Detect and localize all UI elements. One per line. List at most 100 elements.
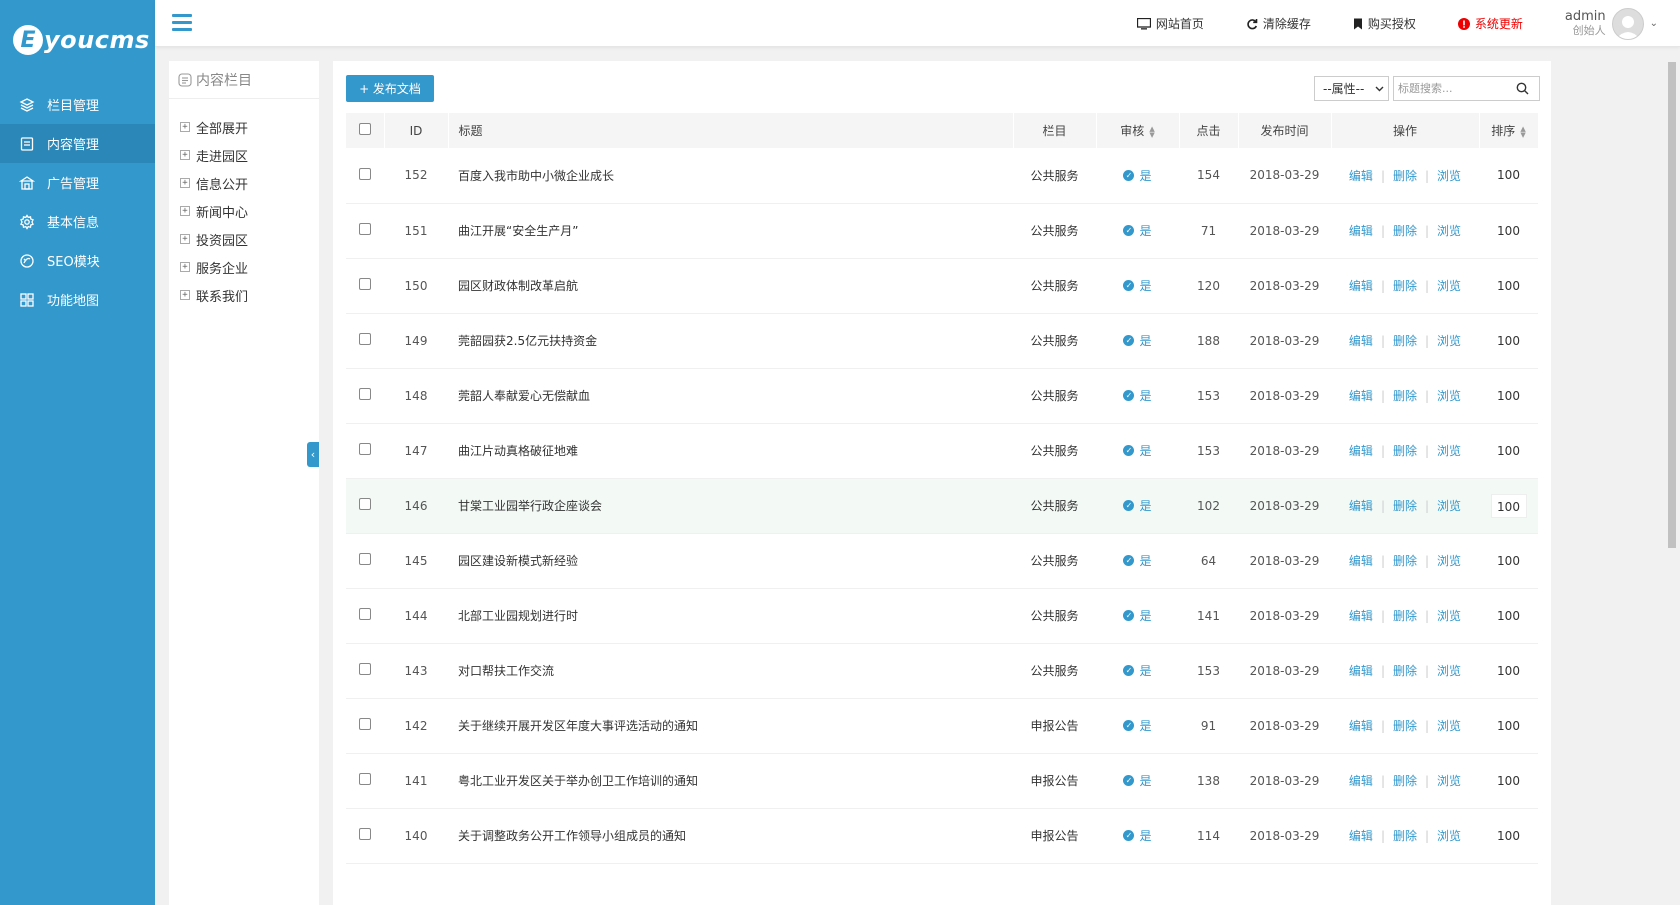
edit-link[interactable]: 编辑 <box>1349 169 1373 183</box>
row-checkbox[interactable] <box>359 718 371 730</box>
view-link[interactable]: 浏览 <box>1437 334 1461 348</box>
tree-item[interactable]: + 投资园区 <box>180 225 319 253</box>
site-home-link[interactable]: 网站首页 <box>1136 15 1204 32</box>
delete-link[interactable]: 删除 <box>1393 224 1417 238</box>
view-link[interactable]: 浏览 <box>1437 719 1461 733</box>
audit-status[interactable]: ✓ 是 <box>1123 222 1152 239</box>
buy-license-link[interactable]: 购买授权 <box>1353 15 1416 32</box>
row-checkbox[interactable] <box>359 278 371 290</box>
edit-link[interactable]: 编辑 <box>1349 829 1373 843</box>
sort-order-value[interactable]: 100 <box>1491 604 1527 628</box>
audit-status[interactable]: ✓ 是 <box>1123 442 1152 459</box>
sort-icon[interactable]: ▲ ▼ <box>1520 125 1525 138</box>
sort-order-value[interactable]: 100 <box>1491 329 1527 353</box>
edit-link[interactable]: 编辑 <box>1349 279 1373 293</box>
edit-link[interactable]: 编辑 <box>1349 664 1373 678</box>
sidebar-item-function-map[interactable]: 功能地图 <box>0 280 155 319</box>
plus-icon[interactable]: + <box>180 122 190 132</box>
search-icon[interactable] <box>1516 82 1529 95</box>
header-sort[interactable]: 排序 ▲ ▼ <box>1479 113 1539 148</box>
avatar[interactable] <box>1611 7 1644 40</box>
sort-order-value[interactable]: 100 <box>1491 824 1527 848</box>
edit-link[interactable]: 编辑 <box>1349 224 1373 238</box>
view-link[interactable]: 浏览 <box>1437 554 1461 568</box>
edit-link[interactable]: 编辑 <box>1349 774 1373 788</box>
delete-link[interactable]: 删除 <box>1393 444 1417 458</box>
scroll-thumb[interactable] <box>1668 62 1676 548</box>
audit-status[interactable]: ✓ 是 <box>1123 387 1152 404</box>
delete-link[interactable]: 删除 <box>1393 774 1417 788</box>
plus-icon[interactable]: + <box>180 178 190 188</box>
plus-icon[interactable]: + <box>180 290 190 300</box>
audit-status[interactable]: ✓ 是 <box>1123 662 1152 679</box>
row-checkbox[interactable] <box>359 828 371 840</box>
tree-item[interactable]: + 信息公开 <box>180 169 319 197</box>
view-link[interactable]: 浏览 <box>1437 224 1461 238</box>
sort-order-value[interactable]: 100 <box>1490 493 1527 518</box>
audit-status[interactable]: ✓ 是 <box>1123 717 1152 734</box>
delete-link[interactable]: 删除 <box>1393 169 1417 183</box>
tree-item[interactable]: + 新闻中心 <box>180 197 319 225</box>
row-title[interactable]: 北部工业园规划进行时 <box>448 588 1013 643</box>
row-checkbox[interactable] <box>359 223 371 235</box>
sidebar-item-basic-info[interactable]: 基本信息 <box>0 202 155 241</box>
sidebar-item-content[interactable]: 内容管理 <box>0 124 155 163</box>
edit-link[interactable]: 编辑 <box>1349 609 1373 623</box>
row-checkbox[interactable] <box>359 443 371 455</box>
view-link[interactable]: 浏览 <box>1437 444 1461 458</box>
delete-link[interactable]: 删除 <box>1393 279 1417 293</box>
edit-link[interactable]: 编辑 <box>1349 554 1373 568</box>
sort-order-value[interactable]: 100 <box>1491 274 1527 298</box>
audit-status[interactable]: ✓ 是 <box>1123 827 1152 844</box>
row-checkbox[interactable] <box>359 773 371 785</box>
scrollbar[interactable] <box>1663 61 1680 905</box>
audit-status[interactable]: ✓ 是 <box>1123 552 1152 569</box>
row-title[interactable]: 关于继续开展开发区年度大事评选活动的通知 <box>448 698 1013 753</box>
plus-icon[interactable]: + <box>180 206 190 216</box>
delete-link[interactable]: 删除 <box>1393 609 1417 623</box>
view-link[interactable]: 浏览 <box>1437 389 1461 403</box>
user-menu[interactable]: admin 创始人 ⌄ <box>1565 7 1658 40</box>
row-checkbox[interactable] <box>359 388 371 400</box>
delete-link[interactable]: 删除 <box>1393 664 1417 678</box>
row-title[interactable]: 关于调整政务公开工作领导小组成员的通知 <box>448 808 1013 863</box>
row-title[interactable]: 粤北工业开发区关于举办创卫工作培训的通知 <box>448 753 1013 808</box>
edit-link[interactable]: 编辑 <box>1349 444 1373 458</box>
audit-status[interactable]: ✓ 是 <box>1123 772 1152 789</box>
sort-order-value[interactable]: 100 <box>1491 714 1527 738</box>
row-title[interactable]: 百度入我市助中小微企业成长 <box>448 148 1013 203</box>
header-audit[interactable]: 审核 ▲ ▼ <box>1096 113 1180 148</box>
row-title[interactable]: 对口帮扶工作交流 <box>448 643 1013 698</box>
sidebar-item-columns[interactable]: 栏目管理 <box>0 85 155 124</box>
clear-cache-link[interactable]: 清除缓存 <box>1246 15 1311 32</box>
collapse-tree-button[interactable]: ‹ <box>307 442 319 467</box>
edit-link[interactable]: 编辑 <box>1349 499 1373 513</box>
view-link[interactable]: 浏览 <box>1437 279 1461 293</box>
view-link[interactable]: 浏览 <box>1437 499 1461 513</box>
row-checkbox[interactable] <box>359 553 371 565</box>
row-checkbox[interactable] <box>359 663 371 675</box>
sidebar-item-seo[interactable]: SEO模块 <box>0 241 155 280</box>
chevron-down-icon[interactable]: ⌄ <box>1650 18 1658 29</box>
audit-status[interactable]: ✓ 是 <box>1123 332 1152 349</box>
select-all-checkbox[interactable] <box>358 123 371 135</box>
delete-link[interactable]: 删除 <box>1393 829 1417 843</box>
sort-order-value[interactable]: 100 <box>1491 439 1527 463</box>
row-checkbox[interactable] <box>359 498 371 510</box>
tree-item-expand-all[interactable]: + 全部展开 <box>180 113 319 141</box>
view-link[interactable]: 浏览 <box>1437 664 1461 678</box>
edit-link[interactable]: 编辑 <box>1349 334 1373 348</box>
tree-item[interactable]: + 联系我们 <box>180 281 319 309</box>
row-title[interactable]: 园区财政体制改革启航 <box>448 258 1013 313</box>
row-checkbox[interactable] <box>359 333 371 345</box>
plus-icon[interactable]: + <box>180 150 190 160</box>
audit-status[interactable]: ✓ 是 <box>1123 497 1152 514</box>
audit-status[interactable]: ✓ 是 <box>1123 607 1152 624</box>
logo[interactable]: E youcms <box>0 0 155 80</box>
row-title[interactable]: 莞韶园获2.5亿元扶持资金 <box>448 313 1013 368</box>
view-link[interactable]: 浏览 <box>1437 829 1461 843</box>
sort-order-value[interactable]: 100 <box>1491 384 1527 408</box>
delete-link[interactable]: 删除 <box>1393 719 1417 733</box>
view-link[interactable]: 浏览 <box>1437 774 1461 788</box>
tree-item[interactable]: + 走进园区 <box>180 141 319 169</box>
